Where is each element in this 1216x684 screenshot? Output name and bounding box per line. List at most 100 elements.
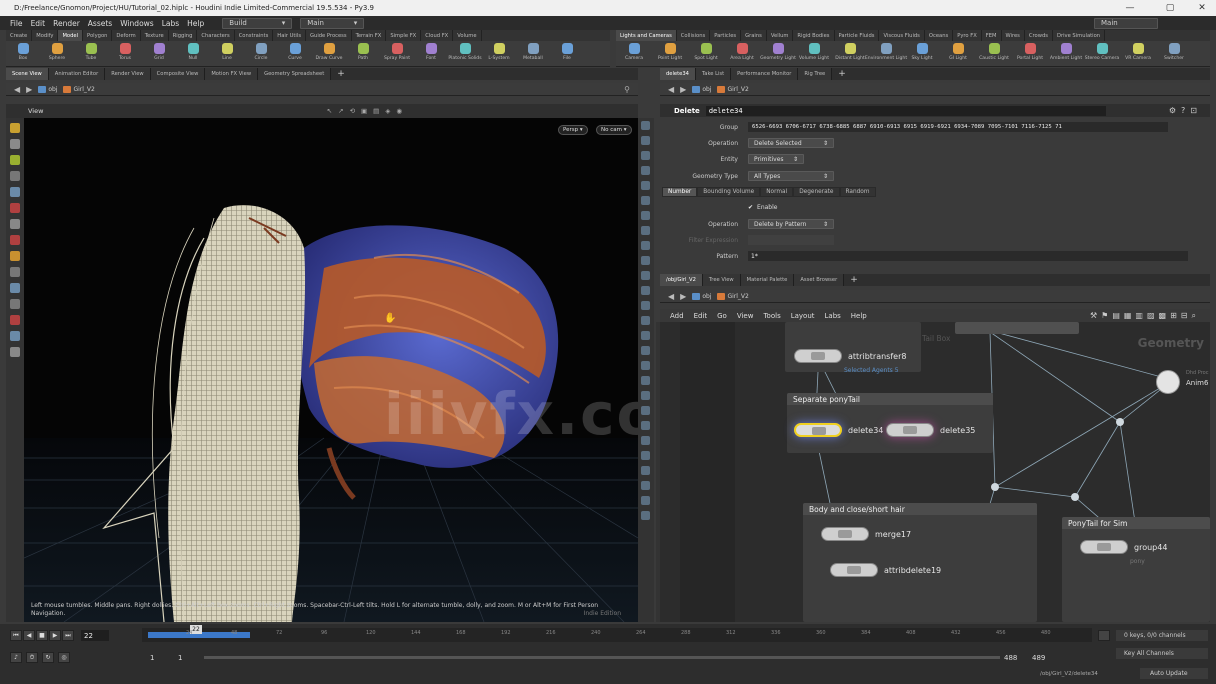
handle-tool-icon[interactable] <box>10 187 20 197</box>
maximize-button[interactable]: ▢ <box>1158 0 1182 16</box>
net-menu-layout[interactable]: Layout <box>791 312 815 320</box>
display-option-icon[interactable] <box>641 331 650 340</box>
desktop-build-dropdown[interactable]: Build ▾ <box>222 17 293 29</box>
settings-icon[interactable]: ◎ <box>58 652 70 663</box>
menu-windows[interactable]: Windows <box>120 19 153 28</box>
display-option-icon[interactable] <box>641 211 650 220</box>
pane-tab-asset-browser[interactable]: Asset Browser <box>794 274 845 286</box>
top-netbox[interactable] <box>955 322 1079 334</box>
shelf-tool-camera[interactable]: Camera <box>616 41 652 61</box>
shelf-tab-volume[interactable]: Volume <box>453 30 482 41</box>
frame-track[interactable]: 22 24 48 72 96 120 144 168 192 216 240 264 288 312 33… <box>142 625 1092 642</box>
pane-tab-performance-monitor[interactable]: Performance Monitor <box>731 68 799 80</box>
shelf-tool-spot-light[interactable]: Spot Light <box>688 41 724 61</box>
display-option-icon[interactable] <box>641 196 650 205</box>
cam-button[interactable]: No cam ▾ <box>596 125 632 135</box>
pane-tab-render-view[interactable]: Render View <box>105 68 151 80</box>
subtab-number[interactable]: Number <box>662 187 698 197</box>
display-option-icon[interactable] <box>641 451 650 460</box>
shelf-tool-metaball[interactable]: Metaball <box>516 41 550 61</box>
display-option-icon[interactable] <box>641 256 650 265</box>
shelf-tab-rigging[interactable]: Rigging <box>169 30 198 41</box>
range-slider[interactable] <box>204 656 1000 659</box>
shelf-tab-modify[interactable]: Modify <box>32 30 59 41</box>
back-arrow-icon[interactable]: ◀ <box>668 85 674 94</box>
shelf-tool-grid[interactable]: Grid <box>142 41 176 61</box>
shelf-tool-spray-paint[interactable]: Spray Paint <box>380 41 414 61</box>
play-icon[interactable]: ▶ <box>49 630 61 641</box>
pane-tab-delete34[interactable]: delete34 <box>660 68 696 80</box>
shelf-tool-switcher[interactable]: Switcher <box>1156 41 1192 61</box>
menu-file[interactable]: File <box>10 19 23 28</box>
path-obj[interactable]: obj <box>38 85 57 93</box>
light-tool-icon[interactable] <box>10 347 20 357</box>
ponytail-sim-box[interactable]: PonyTail for Sim <box>1062 517 1210 622</box>
subtab-bounding-volume[interactable]: Bounding Volume <box>697 187 761 197</box>
pane-tab-tree-view[interactable]: Tree View <box>702 274 741 286</box>
loop-icon[interactable]: ↻ <box>42 652 54 663</box>
net-menu-edit[interactable]: Edit <box>694 312 708 320</box>
display-option-icon[interactable] <box>641 406 650 415</box>
menu-render[interactable]: Render <box>53 19 80 28</box>
shelf-tab-hair-utils[interactable]: Hair Utils <box>273 30 307 41</box>
right-desktop-dropdown[interactable]: Main <box>1094 17 1158 29</box>
net-menu-go[interactable]: Go <box>717 312 727 320</box>
group44-node[interactable]: group44 <box>1080 540 1167 554</box>
jump-end-icon[interactable]: ⏭ <box>62 630 74 641</box>
persp-button[interactable]: Persp ▾ <box>558 125 588 135</box>
step-back-icon[interactable]: ◀ <box>23 630 35 641</box>
path-node[interactable]: Girl_V2 <box>717 85 749 93</box>
view-tool-icon[interactable] <box>10 219 20 229</box>
key-all-channels-dropdown[interactable]: Key All Channels <box>1116 648 1208 659</box>
shelf-tab-fem[interactable]: FEM <box>982 30 1002 41</box>
pane-tab-composite-view[interactable]: Composite View <box>150 68 206 80</box>
add-tab-icon[interactable]: + <box>844 274 864 286</box>
shelf-tab-texture[interactable]: Texture <box>141 30 169 41</box>
display-option-icon[interactable] <box>641 466 650 475</box>
attribtransfer-box[interactable] <box>785 322 921 372</box>
pane-tab-obj-girl-v2[interactable]: /obj/Girl_V2 <box>660 274 703 286</box>
shelf-tool-platonic-solids[interactable]: Platonic Solids <box>448 41 482 61</box>
operation-dropdown[interactable]: Delete Selected ⇕ <box>748 138 834 148</box>
subtab-random[interactable]: Random <box>839 187 876 197</box>
enable-checkbox[interactable]: ✔ <box>748 204 753 211</box>
add-tab-icon[interactable]: + <box>832 68 852 80</box>
path-obj[interactable]: obj <box>692 85 711 93</box>
path-node[interactable]: Girl_V2 <box>717 292 749 300</box>
network-editor[interactable]: Geometry Tail Box Separate ponyTail Body… <box>660 322 1210 622</box>
network-toolbar-icons[interactable]: ⚒⚑▤▦▥▨▩⊞⊟⌕ <box>1090 311 1200 321</box>
net-menu-view[interactable]: View <box>737 312 754 320</box>
start-frame-field[interactable]: 1 <box>150 654 154 662</box>
display-option-icon[interactable] <box>641 286 650 295</box>
shelf-tool-distant-light[interactable]: Distant Light <box>832 41 868 61</box>
shelf-tab-collisions[interactable]: Collisions <box>677 30 711 41</box>
shelf-tool-ambient-light[interactable]: Ambient Light <box>1048 41 1084 61</box>
menu-labs[interactable]: Labs <box>162 19 179 28</box>
shelf-tool-area-light[interactable]: Area Light <box>724 41 760 61</box>
shelf-tool-volume-light[interactable]: Volume Light <box>796 41 832 61</box>
pane-tab-geometry-spreadsheet[interactable]: Geometry Spreadsheet <box>258 68 332 80</box>
key-icon[interactable] <box>1098 630 1110 641</box>
display-option-icon[interactable] <box>641 391 650 400</box>
shelf-tab-lights-and-cameras[interactable]: Lights and Cameras <box>616 30 677 41</box>
path-obj[interactable]: obj <box>692 292 711 300</box>
shelf-tab-simple-fx[interactable]: Simple FX <box>386 30 422 41</box>
operation2-dropdown[interactable]: Delete by Pattern ⇕ <box>748 219 834 229</box>
display-option-icon[interactable] <box>641 121 650 130</box>
filter-field[interactable] <box>748 235 834 245</box>
shelf-tab-cloud-fx[interactable]: Cloud FX <box>421 30 454 41</box>
merge17-node[interactable]: merge17 <box>821 527 911 541</box>
display-option-icon[interactable] <box>641 316 650 325</box>
pane-tab-animation-editor[interactable]: Animation Editor <box>48 68 106 80</box>
shelf-tool-caustic-light[interactable]: Caustic Light <box>976 41 1012 61</box>
pane-tab-material-palette[interactable]: Material Palette <box>740 274 795 286</box>
close-button[interactable]: ✕ <box>1190 0 1214 16</box>
display-option-icon[interactable] <box>641 301 650 310</box>
net-menu-help[interactable]: Help <box>851 312 867 320</box>
range-end-field[interactable]: 488 <box>1004 654 1017 662</box>
display-option-icon[interactable] <box>641 136 650 145</box>
display-option-icon[interactable] <box>641 481 650 490</box>
net-menu-add[interactable]: Add <box>670 312 684 320</box>
shelf-tab-drive-simulation[interactable]: Drive Simulation <box>1053 30 1106 41</box>
back-arrow-icon[interactable]: ◀ <box>14 85 20 94</box>
